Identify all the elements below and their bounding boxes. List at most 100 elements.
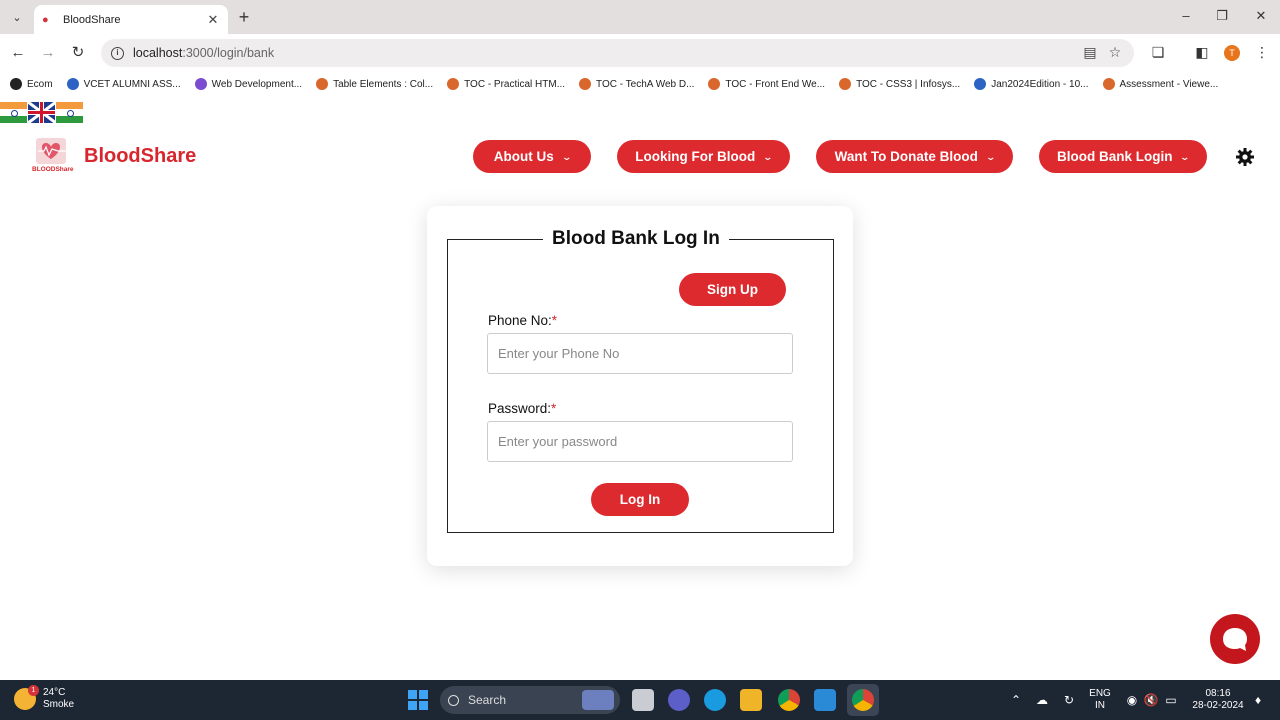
browser-menu-icon[interactable]: ⋮ xyxy=(1253,44,1271,61)
chrome-active-icon[interactable] xyxy=(852,689,874,711)
nav-label: Want To Donate Blood xyxy=(834,149,978,164)
bookmark-item[interactable]: VCET ALUMNI ASS... xyxy=(66,78,181,90)
weather-widget[interactable]: 1 24°C Smoke xyxy=(14,685,75,711)
window-close-button[interactable]: ✕ xyxy=(1251,6,1271,26)
nav-label: Blood Bank Login xyxy=(1056,149,1173,164)
bookmark-item[interactable]: Ecom xyxy=(10,78,53,90)
windows-taskbar: 1 24°C Smoke Search ⌃ ☁ ↻ ENG IN ◉ 🔇 ▭ 0… xyxy=(0,680,1280,720)
taskbar-search[interactable]: Search xyxy=(440,686,620,714)
install-app-icon[interactable]: ▤ xyxy=(1081,44,1099,61)
language-switcher xyxy=(0,102,84,123)
extensions-icon[interactable]: ❏ xyxy=(1149,44,1167,61)
browser-toolbar: ← → ↻ i localhost:3000/login/bank ▤ ☆ xyxy=(0,34,1280,72)
weather-condition: Smoke xyxy=(43,699,75,710)
task-view-icon[interactable] xyxy=(632,689,654,711)
bloodshare-logo[interactable]: BLOODShare xyxy=(32,137,76,173)
tab-search-menu-button[interactable]: ⌄ xyxy=(6,6,28,28)
language-indicator[interactable]: ENG IN xyxy=(1088,688,1112,712)
notification-bell-icon[interactable]: ♦ xyxy=(1250,693,1266,707)
bookmark-item[interactable]: TOC - Practical HTM... xyxy=(447,78,565,90)
nav-about-us[interactable]: About Us ⌄ xyxy=(473,140,591,173)
bookmark-item[interactable]: Web Development... xyxy=(194,78,302,90)
edge-browser-icon[interactable] xyxy=(704,689,726,711)
chevron-down-icon: ⌄ xyxy=(561,152,572,162)
bookmark-favicon-icon xyxy=(579,78,592,90)
bookmarks-bar: Ecom VCET ALUMNI ASS... Web Development.… xyxy=(0,72,1280,96)
temperature: 24°C xyxy=(43,687,66,698)
clock[interactable]: 08:16 28-02-2024 xyxy=(1188,688,1248,712)
chrome-icon[interactable] xyxy=(778,689,800,711)
nav-looking-for-blood[interactable]: Looking For Blood ⌄ xyxy=(617,140,790,173)
chevron-down-icon: ⌄ xyxy=(985,152,996,162)
bookmark-favicon-icon xyxy=(1102,78,1115,90)
browser-tab[interactable]: ● BloodShare ✕ xyxy=(34,5,228,34)
wifi-icon[interactable]: ◉ xyxy=(1124,693,1140,707)
address-bar[interactable]: i localhost:3000/login/bank ▤ ☆ xyxy=(101,39,1134,67)
file-explorer-icon[interactable] xyxy=(740,689,762,711)
uk-flag-icon[interactable] xyxy=(28,102,55,123)
bookmark-favicon-icon xyxy=(447,78,460,90)
brand-name[interactable]: BloodShare xyxy=(84,145,196,168)
chevron-down-icon: ⌄ xyxy=(762,152,774,162)
nav-blood-bank-login[interactable]: Blood Bank Login ⌄ xyxy=(1039,140,1207,173)
forward-button[interactable]: → xyxy=(38,43,58,63)
password-input[interactable] xyxy=(487,421,793,462)
bookmark-favicon-icon xyxy=(839,78,852,90)
show-hidden-icons-icon[interactable]: ⌃ xyxy=(1008,693,1024,707)
browser-tab-strip: ⌄ ● BloodShare ✕ + – ❐ ✕ xyxy=(0,0,1280,34)
windows-start-icon[interactable] xyxy=(408,690,428,710)
login-title: Blood Bank Log In xyxy=(543,228,729,250)
bookmark-item[interactable]: Assessment - Viewe... xyxy=(1102,78,1218,90)
speaker-muted-icon[interactable]: 🔇 xyxy=(1143,693,1159,707)
profile-avatar[interactable]: T xyxy=(1224,45,1240,61)
bookmark-item[interactable]: TOC - TechA Web D... xyxy=(579,78,694,90)
blood-drop-favicon-icon: ● xyxy=(42,13,49,26)
new-tab-button[interactable]: + xyxy=(234,7,254,27)
url-text: localhost:3000/login/bank xyxy=(133,46,275,60)
weather-sun-icon: 1 xyxy=(14,685,39,710)
phone-label: Phone No:* xyxy=(488,313,558,328)
site-info-icon[interactable]: i xyxy=(111,46,124,60)
bookmark-favicon-icon xyxy=(66,78,79,90)
bookmark-item[interactable]: Jan2024Edition - 10... xyxy=(974,78,1089,90)
battery-icon[interactable]: ▭ xyxy=(1163,693,1179,707)
logo-text: BLOODShare xyxy=(32,166,74,173)
back-button[interactable]: ← xyxy=(8,43,28,63)
theme-toggle-gear-icon[interactable] xyxy=(1235,147,1255,167)
globe-icon xyxy=(10,78,22,90)
bookmark-favicon-icon xyxy=(708,78,721,90)
nav-label: Looking For Blood xyxy=(635,149,756,164)
bookmark-item[interactable]: TOC - CSS3 | Infosys... xyxy=(839,78,960,90)
sync-icon[interactable]: ↻ xyxy=(1061,693,1077,707)
bookmark-item[interactable]: TOC - Front End We... xyxy=(708,78,825,90)
chat-bubble-icon xyxy=(1223,628,1247,651)
cloud-icon[interactable]: ☁ xyxy=(1034,693,1050,707)
teams-chat-icon[interactable] xyxy=(668,689,690,711)
india-flag-icon[interactable] xyxy=(0,102,27,123)
search-highlight-icon xyxy=(582,690,614,710)
india-flag-icon[interactable] xyxy=(56,102,83,123)
chat-widget-button[interactable] xyxy=(1210,614,1260,664)
signup-button[interactable]: Sign Up xyxy=(679,273,786,306)
maximize-button[interactable]: ❐ xyxy=(1212,6,1232,26)
chevron-down-icon: ⌄ xyxy=(1179,152,1191,162)
tab-close-icon[interactable]: ✕ xyxy=(206,12,220,28)
bookmark-favicon-icon xyxy=(316,78,329,90)
bookmark-star-icon[interactable]: ☆ xyxy=(1106,44,1124,61)
phone-input[interactable] xyxy=(487,333,793,374)
login-button[interactable]: Log In xyxy=(591,483,689,516)
nav-want-to-donate-blood[interactable]: Want To Donate Blood ⌄ xyxy=(816,140,1013,173)
bookmark-item[interactable]: Table Elements : Col... xyxy=(316,78,433,90)
nav-label: About Us xyxy=(493,149,554,164)
side-panel-icon[interactable]: ◧ xyxy=(1193,44,1211,61)
clock-date: 28-02-2024 xyxy=(1192,700,1244,711)
search-label: Search xyxy=(468,693,507,707)
notification-badge: 1 xyxy=(28,685,39,696)
minimize-button[interactable]: – xyxy=(1176,6,1196,26)
clock-time: 08:16 xyxy=(1205,688,1231,699)
reload-button[interactable]: ↻ xyxy=(68,43,88,63)
vscode-icon[interactable] xyxy=(814,689,836,711)
tab-title: BloodShare xyxy=(63,13,121,26)
bookmark-favicon-icon xyxy=(974,78,987,90)
bookmark-favicon-icon xyxy=(194,78,207,90)
